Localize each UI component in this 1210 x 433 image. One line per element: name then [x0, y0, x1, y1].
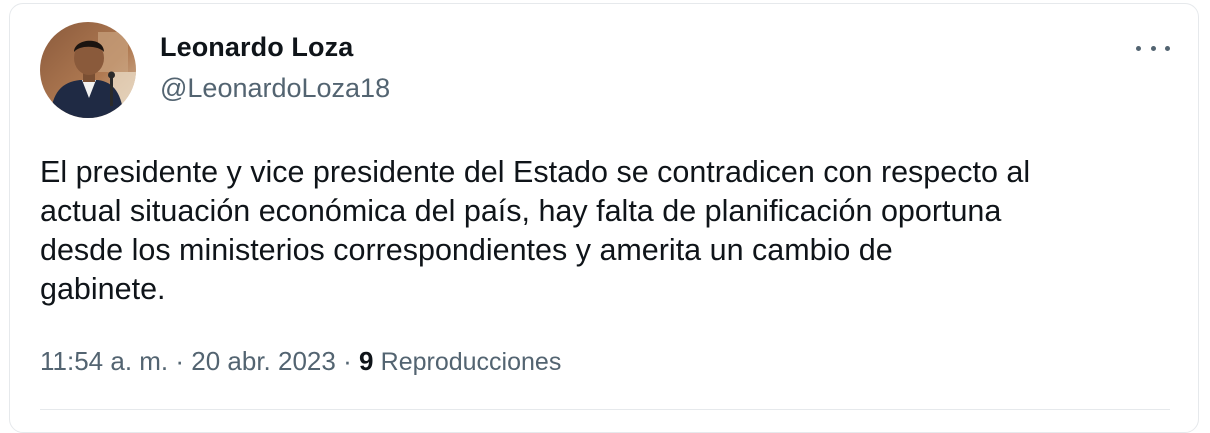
- divider: [40, 409, 1170, 410]
- author-handle[interactable]: @LeonardoLoza18: [160, 73, 390, 104]
- more-horizontal-icon[interactable]: [1136, 36, 1170, 60]
- tweet-text: El presidente y vice presidente del Esta…: [40, 155, 1031, 306]
- views-count[interactable]: 9: [359, 346, 373, 376]
- avatar-photo: [40, 22, 136, 118]
- more-dot: [1150, 45, 1156, 51]
- tweet-date[interactable]: 20 abr. 2023: [191, 346, 336, 376]
- views-label[interactable]: Reproducciones: [381, 348, 562, 376]
- more-dot: [1136, 45, 1141, 51]
- author-name[interactable]: Leonardo Loza: [160, 32, 353, 63]
- tweet-time[interactable]: 11:54 a. m.: [40, 346, 168, 376]
- avatar[interactable]: [40, 22, 136, 118]
- meta-separator: ·: [335, 346, 359, 376]
- more-dot: [1165, 45, 1170, 51]
- meta-separator: ·: [168, 346, 192, 376]
- tweet-meta: 11:54 a. m. · 20 abr. 2023 · 9 Reproducc…: [40, 346, 561, 377]
